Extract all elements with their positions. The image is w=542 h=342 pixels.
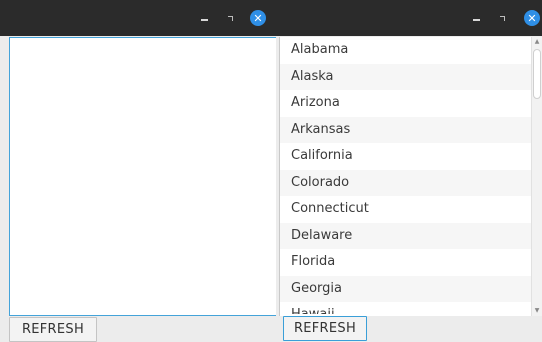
list-item[interactable]: Connecticut [280, 196, 542, 223]
list-item[interactable]: Florida [280, 249, 542, 276]
close-icon[interactable]: ✕ [524, 10, 540, 26]
minimize-icon[interactable] [468, 10, 484, 26]
list-item[interactable]: Georgia [280, 275, 542, 302]
scroll-up-icon[interactable]: ▲ [532, 37, 542, 47]
refresh-button[interactable]: REFRESH [283, 316, 367, 341]
list-item[interactable]: Delaware [280, 222, 542, 249]
scroll-down-icon[interactable]: ▼ [532, 306, 542, 316]
list-item[interactable]: Arkansas [280, 116, 542, 143]
minimize-icon[interactable] [196, 10, 212, 26]
right-window: ✕ Alabama Alaska Arizona Arkansas Califo… [276, 0, 542, 341]
restore-icon[interactable] [222, 10, 238, 26]
list-item[interactable]: Colorado [280, 169, 542, 196]
empty-list-pane[interactable] [9, 37, 281, 316]
list-item[interactable]: Alabama [280, 37, 542, 64]
list-item[interactable]: Alaska [280, 63, 542, 90]
titlebar-left: ✕ [0, 0, 276, 36]
list-item[interactable]: Hawaii [280, 302, 542, 314]
restore-icon[interactable] [494, 10, 510, 26]
list-item[interactable]: California [280, 143, 542, 170]
left-window: ✕ REFRESH [0, 0, 281, 342]
states-list[interactable]: Alabama Alaska Arizona Arkansas Californ… [279, 37, 542, 316]
scroll-thumb[interactable] [533, 49, 541, 99]
close-glyph: ✕ [253, 11, 263, 25]
close-glyph: ✕ [527, 11, 537, 25]
list-item[interactable]: Arizona [280, 90, 542, 117]
refresh-button[interactable]: REFRESH [9, 317, 97, 342]
close-icon[interactable]: ✕ [250, 10, 266, 26]
vertical-scrollbar[interactable]: ▲ ▼ [531, 37, 542, 316]
titlebar-right: ✕ [276, 0, 542, 36]
